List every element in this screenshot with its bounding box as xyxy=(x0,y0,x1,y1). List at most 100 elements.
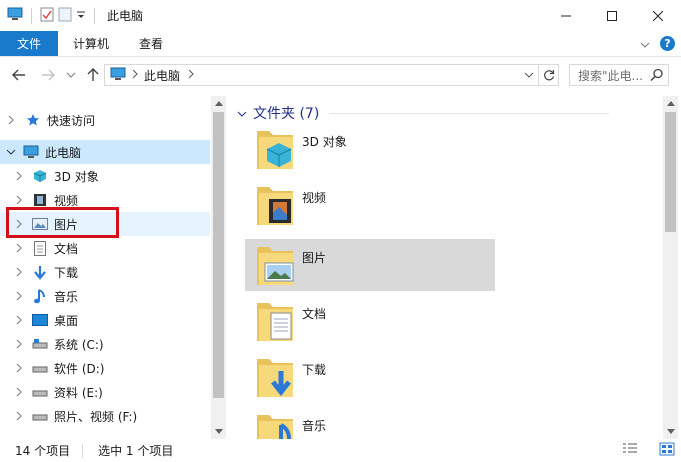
star-icon xyxy=(25,112,41,128)
back-button[interactable] xyxy=(11,67,27,83)
scroll-down-icon[interactable] xyxy=(663,424,678,439)
window-controls xyxy=(543,0,681,31)
expand-chevron-icon[interactable] xyxy=(11,195,27,205)
folders-group-header[interactable]: 文件夹 (7) xyxy=(237,103,610,123)
music-icon xyxy=(32,288,48,304)
maximize-button[interactable] xyxy=(589,0,635,31)
selected-count: 选中 1 个项目 xyxy=(98,444,174,458)
navigation-scrollbar[interactable] xyxy=(211,96,226,439)
tab-file[interactable]: 文件 xyxy=(0,31,58,56)
quick-access-toolbar xyxy=(0,7,99,25)
window-title: 此电脑 xyxy=(107,9,144,23)
properties-icon[interactable] xyxy=(40,7,54,25)
view-toggles xyxy=(607,442,675,459)
navigation-bar: 此电脑 搜索"此电... xyxy=(0,58,681,92)
tab-computer[interactable]: 计算机 xyxy=(58,31,124,56)
nav-item-music[interactable]: 音乐 xyxy=(0,284,210,308)
up-button[interactable] xyxy=(85,67,101,83)
nav-item-3d-objects[interactable]: 3D 对象 xyxy=(0,164,210,188)
recent-locations-button[interactable] xyxy=(63,67,79,83)
nav-item-label: 文档 xyxy=(54,241,79,256)
nav-item-this-pc[interactable]: 此电脑 xyxy=(0,140,210,164)
search-input[interactable]: 搜索"此电... xyxy=(569,64,669,86)
breadcrumb-separator-icon[interactable] xyxy=(188,68,194,82)
video-folder-icon xyxy=(257,187,293,225)
ribbon-tabs: 文件 计算机 查看 ? xyxy=(0,31,681,57)
computer-icon xyxy=(110,67,126,84)
content-pane: 文件夹 (7) 3D 对象 视频 图片 文档 下载 音乐 xyxy=(229,96,659,439)
title-bar: 此电脑 xyxy=(0,0,681,31)
expand-chevron-icon[interactable] xyxy=(11,291,27,301)
breadcrumb-this-pc[interactable]: 此电脑 xyxy=(144,67,180,84)
refresh-button[interactable] xyxy=(538,65,558,85)
scroll-down-icon[interactable] xyxy=(211,424,226,439)
expand-chevron-icon[interactable] xyxy=(11,411,27,421)
computer-icon[interactable] xyxy=(7,7,23,24)
content-scrollbar[interactable] xyxy=(663,96,678,439)
tab-view[interactable]: 查看 xyxy=(124,31,178,56)
expand-chevron-icon[interactable] xyxy=(11,171,27,181)
drive-icon xyxy=(32,408,48,424)
nav-item-documents[interactable]: 文档 xyxy=(0,236,210,260)
scrollbar-thumb[interactable] xyxy=(213,112,224,398)
drive-icon xyxy=(32,360,48,376)
expand-chevron-icon[interactable] xyxy=(11,339,27,349)
nav-item-drive-f[interactable]: 照片、视频 (F:) xyxy=(0,404,210,428)
nav-item-label: 3D 对象 xyxy=(54,169,99,184)
breadcrumb-separator-icon[interactable] xyxy=(132,68,138,82)
video-icon xyxy=(32,192,48,208)
details-view-icon[interactable] xyxy=(622,442,638,459)
scroll-up-icon[interactable] xyxy=(663,96,678,111)
new-folder-icon[interactable] xyxy=(58,7,72,25)
desktop-icon xyxy=(32,312,48,328)
download-icon xyxy=(32,264,48,280)
nav-item-label: 桌面 xyxy=(54,313,79,328)
nav-item-label: 资料 (E:) xyxy=(54,385,103,400)
nav-item-drive-c[interactable]: 系统 (C:) xyxy=(0,332,210,356)
nav-item-downloads[interactable]: 下载 xyxy=(0,260,210,284)
pictures-folder-icon xyxy=(257,247,294,285)
expand-chevron-icon[interactable] xyxy=(11,387,27,397)
large-icons-view-icon[interactable] xyxy=(659,442,675,459)
minimize-button[interactable] xyxy=(543,0,589,31)
address-bar[interactable]: 此电脑 xyxy=(104,64,559,86)
help-icon[interactable]: ? xyxy=(660,36,675,51)
folder-item-documents[interactable]: 文档 xyxy=(245,295,495,347)
expand-ribbon-icon[interactable] xyxy=(640,37,650,51)
download-folder-icon xyxy=(257,359,293,397)
customize-toolbar-icon[interactable] xyxy=(76,9,86,23)
collapse-chevron-icon[interactable] xyxy=(3,149,19,155)
folder-item-music[interactable]: 音乐 xyxy=(245,407,495,439)
item-count: 14 个项目 xyxy=(15,444,71,458)
folder-label: 文档 xyxy=(302,307,327,321)
folder-item-3d-objects[interactable]: 3D 对象 xyxy=(245,123,495,175)
folder-label: 视频 xyxy=(302,191,327,205)
nav-item-drive-e[interactable]: 资料 (E:) xyxy=(0,380,210,404)
expand-chevron-icon[interactable] xyxy=(11,243,27,253)
folder-label: 图片 xyxy=(302,251,327,265)
folder-item-downloads[interactable]: 下载 xyxy=(245,351,495,403)
address-history-icon[interactable] xyxy=(524,68,534,85)
forward-button[interactable] xyxy=(40,67,56,83)
collapse-group-icon[interactable] xyxy=(237,105,247,121)
expand-chevron-icon[interactable] xyxy=(11,363,27,373)
expand-chevron-icon[interactable] xyxy=(11,267,27,277)
search-placeholder: 搜索"此电... xyxy=(578,68,643,83)
nav-item-label: 此电脑 xyxy=(45,145,82,160)
navigation-pane: 快速访问 此电脑 3D 对象 视频 图片 文档 下载 音乐 桌面 系统 (C:)… xyxy=(0,96,225,439)
nav-item-desktop[interactable]: 桌面 xyxy=(0,308,210,332)
close-button[interactable] xyxy=(635,0,681,31)
nav-item-quick-access[interactable]: 快速访问 xyxy=(0,108,210,132)
status-bar: 14 个项目 选中 1 个项目 xyxy=(0,439,681,462)
folder-item-pictures[interactable]: 图片 xyxy=(245,239,495,291)
folder-label: 音乐 xyxy=(302,419,327,433)
group-title: 文件夹 (7) xyxy=(253,106,320,122)
expand-chevron-icon[interactable] xyxy=(11,315,27,325)
nav-item-label: 视频 xyxy=(54,193,79,208)
scroll-up-icon[interactable] xyxy=(211,96,226,111)
nav-item-label: 音乐 xyxy=(54,289,79,304)
expand-chevron-icon[interactable] xyxy=(3,115,19,125)
scrollbar-thumb[interactable] xyxy=(665,112,676,232)
folder-item-videos[interactable]: 视频 xyxy=(245,179,495,231)
nav-item-drive-d[interactable]: 软件 (D:) xyxy=(0,356,210,380)
